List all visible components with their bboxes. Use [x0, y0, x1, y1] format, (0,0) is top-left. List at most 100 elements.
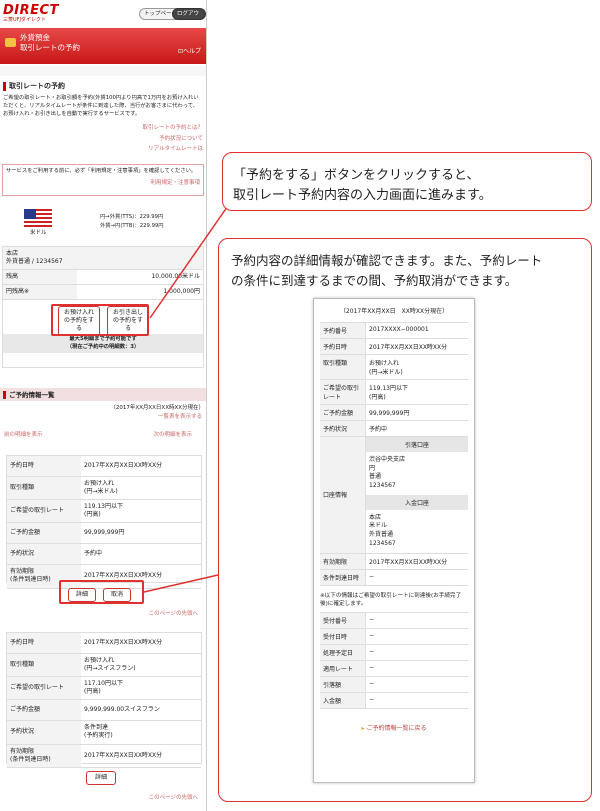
max-reservation-note: 最大5明細まで予約可能です: [69, 336, 137, 343]
prev-link[interactable]: 前の明細を表示: [4, 432, 43, 439]
card2-value: お預け入れ (円→スイスフラン): [84, 657, 136, 673]
card2-label: 予約日時: [7, 633, 81, 653]
coin-icon: [5, 38, 16, 47]
card1-label: ご予約金額: [7, 523, 81, 544]
link-realtime-rate[interactable]: リアルタイムレートは: [3, 144, 203, 154]
spacer: [0, 66, 206, 76]
card1-row: 予約日時 2017年XX月XX日XX時XX分: [7, 456, 201, 477]
list-title: ご予約情報一覧: [3, 391, 55, 399]
card2-label: ご希望の取引レート: [7, 677, 81, 700]
callout-reserve-line2: 取引レート予約内容の入力画面に進みます。: [233, 188, 492, 204]
card2-value: 117.10円以下 (円高): [84, 680, 123, 696]
list-datetime: （2017年XX月XX日XX時XX分現在）: [110, 405, 204, 411]
detail3-label: 入金額: [320, 692, 366, 708]
show-all-link[interactable]: 一覧表を表示する: [2, 414, 202, 421]
detail3-label: 処理予定日: [320, 644, 366, 660]
detail-value: 2017XXXX−000001: [369, 326, 429, 333]
detail3-row: 適用レート −: [320, 660, 468, 677]
us-flag-icon: [24, 209, 52, 227]
detail-label: 予約状況: [320, 421, 366, 436]
detail-row: 予約状況 予約中: [320, 421, 468, 437]
detail-value: 99,999,999円: [369, 410, 410, 417]
card1-value: 119.13円以下 (円高): [84, 503, 123, 519]
detail3-row: 引落額 −: [320, 676, 468, 693]
banner-title: 外貨預金 取引レートの予約: [20, 33, 80, 52]
logout-button[interactable]: ログアウト: [172, 8, 206, 27]
card1-value: お預け入れ (円→米ドル): [84, 480, 118, 496]
card1-row: 予約状況 予約中: [7, 544, 201, 566]
detail-value: 2017年XX月XX日XX時XX分: [369, 344, 448, 351]
next-link[interactable]: 次の明細を表示: [153, 432, 192, 439]
detail-note: ※以下の情報はご希望の取引レートに到達後(お手続完了後)に確定します。: [320, 592, 462, 607]
detail-value: 119.13円以下 (円高): [369, 385, 408, 401]
yen-balance-row: 円残高※ 1,000,000円: [3, 285, 203, 301]
card1-label: 予約日時: [7, 456, 81, 476]
detail2-label: 有効期限: [320, 553, 366, 569]
card1-value: 2017年XX月XX日XX時XX分: [84, 461, 163, 469]
card1-value: 99,999,999円: [84, 529, 125, 537]
rate-ttb: 外貨→円(TTB)：229.99円: [100, 223, 164, 229]
card1-row: ご予約金額 99,999,999円: [7, 523, 201, 545]
card1-label: ご希望の取引レート: [7, 500, 81, 523]
card2-label: 取引種類: [7, 654, 81, 677]
detail3-value: −: [369, 615, 375, 623]
detail2-row: 条件到達日時 −: [320, 569, 468, 586]
card2-value: 2017年XX月XX日XX時XX分: [84, 751, 163, 759]
card2-label: 予約状況: [7, 721, 81, 744]
detail-button-2[interactable]: 詳細: [86, 771, 116, 785]
reservation-card-2: 予約日時 2017年XX月XX日XX時XX分 取引種類 お預け入れ (円→スイスフラン…: [6, 632, 202, 768]
link-reservation-status[interactable]: 予約状況について: [3, 134, 203, 144]
detail-value: お預け入れ (円→米ドル): [369, 360, 403, 376]
detail3-row: 入金額 −: [320, 692, 468, 709]
highlight-detail-cancel: [59, 580, 144, 604]
list-header: ご予約情報一覧: [0, 388, 206, 401]
detail2-label: 条件到達日時: [320, 569, 366, 585]
card2-value: 条件到達 (予約実行): [84, 724, 113, 740]
card2-row: 予約状況 条件到達 (予約実行): [7, 721, 201, 745]
card2-row: ご希望の取引レート 117.10円以下 (円高): [7, 677, 201, 701]
app-header: DIRECT 三菱UFJダイレクト トップページ ログアウト: [0, 0, 206, 28]
page-top-link-1[interactable]: このページの先頭へ: [149, 611, 198, 618]
detail-row: 予約日時 2017年XX月XX日XX時XX分: [320, 339, 468, 355]
debit-account-header: 引落口座: [366, 437, 468, 452]
account-info-block: 口座情報 引落口座 渋谷中央支店 円 普通 1234567 入金口座 本店 米ド…: [320, 437, 468, 554]
currency-block: 米ドル 円→外貨(TTS)：229.99円 外貨→円(TTB)：229.99円: [2, 204, 204, 240]
help-link[interactable]: ⊡ヘルプ: [178, 48, 201, 56]
detail3-value: −: [369, 631, 375, 639]
card2-label: ご予約金額: [7, 700, 81, 721]
credit-account-info: 本店 米ドル 外貨普通 1234567: [369, 513, 396, 547]
terms-link[interactable]: 利用規定・注意事項: [6, 180, 200, 187]
card1-label: 予約状況: [7, 544, 81, 565]
intro-section: 取引レートの予約 ご希望の取引レート・お取引額を予約(外貨100円より円高で1万…: [3, 82, 203, 155]
callout-reserve: 「予約をする」ボタンをクリックすると、 取引レート予約内容の入力画面に進みます。: [222, 152, 592, 211]
intro-title: 取引レートの予約: [3, 82, 203, 92]
detail3-row: 受付番号 −: [320, 612, 468, 629]
detail2-row: 有効期限 2017年XX月XX日XX時XX分: [320, 553, 468, 570]
detail-row: 取引種類 お預け入れ (円→米ドル): [320, 355, 468, 380]
detail3-value: −: [369, 647, 375, 655]
debit-account-info: 渋谷中央支店 円 普通 1234567: [369, 456, 406, 490]
card2-value: 2017年XX月XX日XX時XX分: [84, 638, 163, 646]
callout-detail-line2: の条件に到達するまでの間、予約取消ができます。: [231, 273, 518, 288]
detail3-row: 処理予定日 −: [320, 644, 468, 661]
detail-label: 取引種類: [320, 355, 366, 379]
card2-row: 予約日時 2017年XX月XX日XX時XX分: [7, 633, 201, 654]
account-info-label: 口座情報: [320, 437, 366, 553]
detail-label: ご予約金額: [320, 405, 366, 420]
callout-reserve-line1: 「予約をする」ボタンをクリックすると、: [233, 168, 480, 183]
link-about-reservation[interactable]: 取引レートの予約とは？: [3, 123, 203, 133]
detail-row: ご予約金額 99,999,999円: [320, 405, 468, 421]
card2-row: 取引種類 お預け入れ (円→スイスフラン): [7, 654, 201, 678]
back-to-list-link[interactable]: ▸ ご予約情報一覧に戻る: [314, 723, 474, 732]
detail3-value: −: [369, 695, 375, 703]
page-top-link-2[interactable]: このページの先頭へ: [149, 795, 198, 802]
detail2-value: −: [369, 572, 375, 580]
credit-account-header: 入金口座: [366, 494, 468, 510]
intro-text: ご希望の取引レート・お取引額を予約(外貨100円より円高で1万円をお預け入れいた…: [3, 95, 199, 117]
notice-text: サービスをご利用する前に、必ず「利用規定・注意事項」を確認してください。: [6, 168, 197, 174]
notice-box: サービスをご利用する前に、必ず「利用規定・注意事項」を確認してください。 利用規…: [2, 164, 204, 196]
balance-row: 残高 10,000.00米ドル: [3, 270, 203, 286]
detail-value: 予約中: [369, 426, 388, 433]
card2-label: 有効期限 (条件到達日時): [7, 744, 81, 767]
detail3-label: 受付番号: [320, 612, 366, 628]
